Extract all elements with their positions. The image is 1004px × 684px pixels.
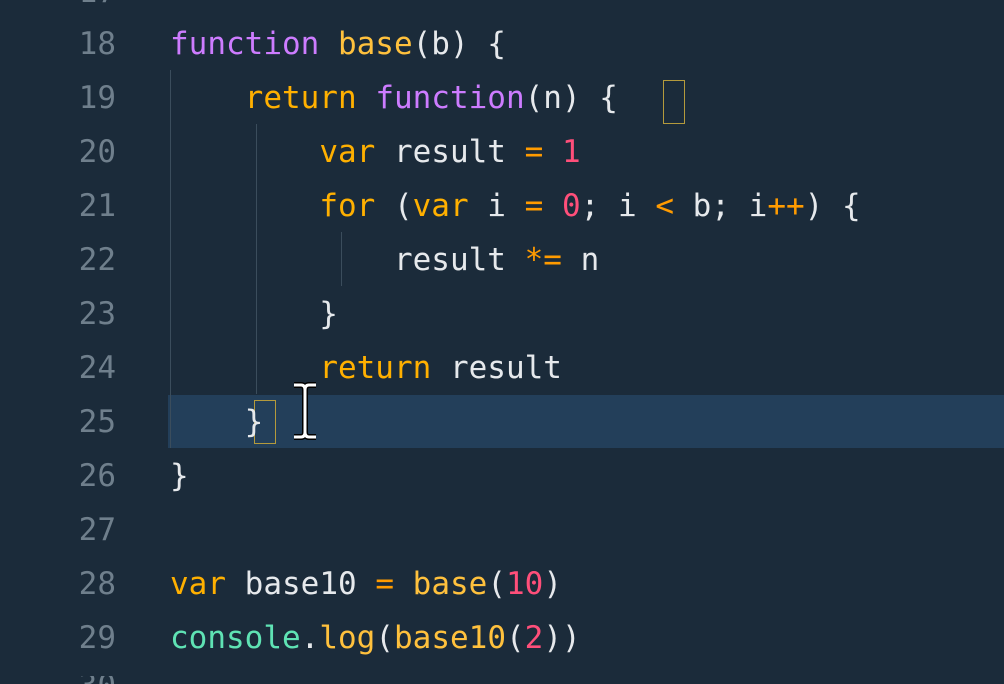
line-number: 24 [78,350,116,386]
code-token: . [300,620,320,656]
line-number: 22 [78,242,116,278]
code-token: return [319,350,432,386]
code-token: } [170,458,189,494]
code-token: } [170,296,338,332]
code-token: for [319,188,376,224]
code-token: < [655,188,674,224]
code-token: log [319,620,376,656]
line-number: 29 [78,620,116,656]
code-token: base [412,566,488,602]
i-beam-cursor-icon [294,382,316,440]
line-number: 21 [78,188,116,224]
code-token: ) [543,566,562,602]
code-token: result [431,350,562,386]
code-token: result [170,242,525,278]
code-token: var [170,566,226,602]
code-token: = [524,188,544,224]
code-token: = [524,134,544,170]
code-token: var [319,134,376,170]
code-line[interactable]: } [170,395,264,449]
code-token: ( [375,620,394,656]
code-line[interactable]: var base10 = base(10) [170,557,562,611]
code-token: 2 [524,620,544,656]
line-number: 23 [78,296,116,332]
code-token: ( [505,620,525,656]
code-token: function [375,80,525,116]
code-token: i [468,188,525,224]
line-number: 28 [78,566,116,602]
code-token: base10 [226,566,376,602]
code-line[interactable]: function base(b) { [170,17,506,71]
line-number: 26 [78,458,116,494]
line-number: 27 [78,512,116,548]
code-token: ++ [767,188,805,224]
code-token: )) [543,620,581,656]
code-line[interactable]: return result [170,341,562,395]
code-token: ) { [804,188,861,224]
code-token: result [375,134,525,170]
code-token: (b) { [412,26,506,62]
code-token: ( [487,566,506,602]
code-line[interactable]: } [170,287,338,341]
code-token: base [337,26,413,62]
code-editor[interactable]: 17 30 18function base(b) {19 return func… [0,0,1004,684]
code-token: ( [375,188,413,224]
line-number: 19 [78,80,116,116]
code-token: (n) { [524,80,618,116]
code-token: = [375,566,394,602]
code-line[interactable]: for (var i = 0; i < b; i++) { [170,179,861,233]
code-line[interactable]: console.log(base10(2)) [170,611,581,665]
code-token: 0 [561,188,581,224]
code-token: console [170,620,301,656]
line-number-partial-bottom: 30 [0,676,116,684]
code-line[interactable]: return function(n) { [170,71,618,125]
line-number: 18 [78,26,116,62]
code-line[interactable]: result *= n [170,233,599,287]
code-token: *= [524,242,562,278]
code-token: n [561,242,600,278]
code-token: b; i [673,188,768,224]
code-token: return [244,80,357,116]
line-number: 25 [78,404,116,440]
code-token: function [170,26,320,62]
code-token: ; i [580,188,656,224]
code-token: 1 [561,134,581,170]
matching-bracket-open [663,80,685,124]
code-token: base10 [394,620,506,656]
code-token: var [412,188,469,224]
code-line[interactable]: var result = 1 [170,125,581,179]
line-number: 20 [78,134,116,170]
line-number-partial-top: 17 [0,0,116,16]
code-token: } [170,404,264,440]
code-line[interactable]: } [170,449,189,503]
code-token: 10 [505,566,544,602]
